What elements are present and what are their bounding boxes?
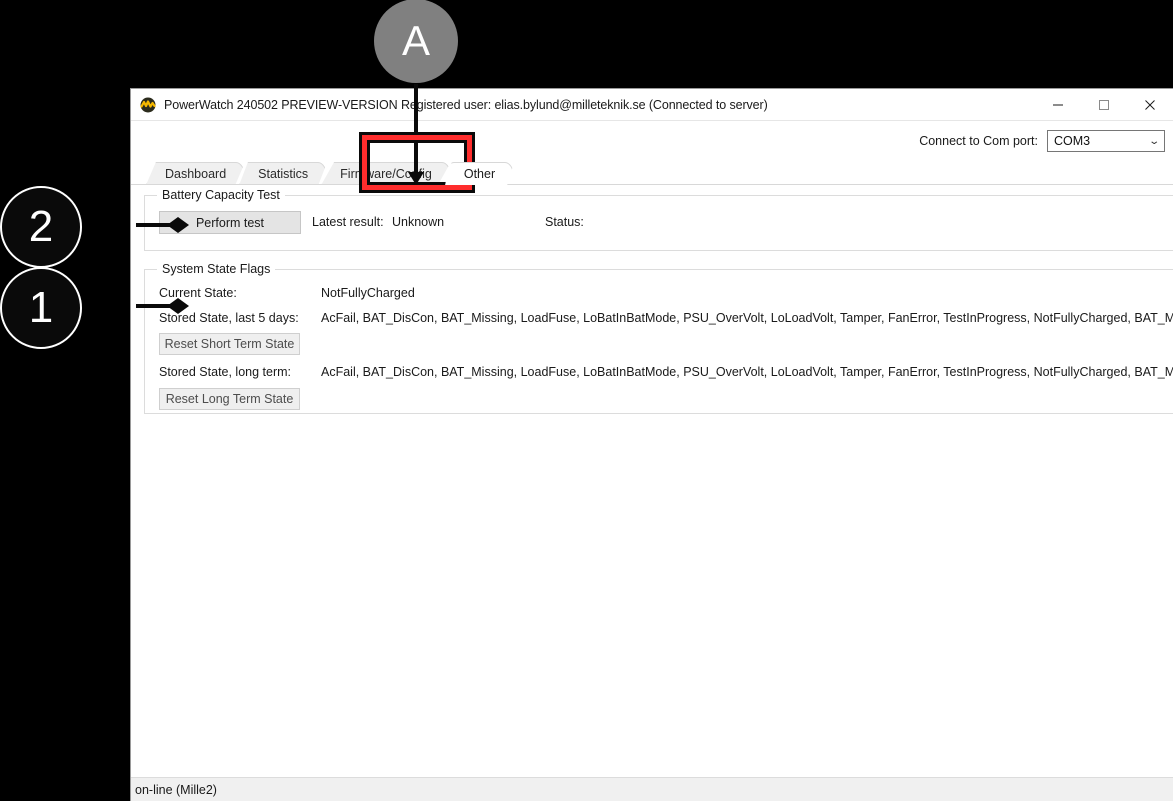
annotation-marker-2-label: 2 (28, 202, 54, 251)
tab-other[interactable]: Other (444, 162, 515, 185)
status-bar: on-line (Mille2) (131, 777, 1173, 801)
battery-capacity-test-group: Battery Capacity Test Perform test Lates… (144, 188, 1173, 251)
stored-state-short-label: Stored State, last 5 days: (159, 311, 299, 325)
screenshot-root: PowerWatch 240502 PREVIEW-VERSION Regist… (0, 0, 1173, 801)
comport-row: Connect to Com port: COM3 ⌄ (919, 130, 1165, 152)
latest-result-label: Latest result: (312, 215, 384, 229)
status-bar-text: on-line (Mille2) (135, 782, 217, 797)
window-controls (1035, 89, 1173, 121)
system-state-flags-title: System State Flags (157, 262, 276, 276)
tab-content-other: Battery Capacity Test Perform test Lates… (131, 185, 1173, 777)
tab-dashboard-label: Dashboard (165, 167, 227, 181)
system-state-flags-group: System State Flags Current State: NotFul… (144, 262, 1173, 414)
comport-select[interactable]: COM3 ⌄ (1047, 130, 1165, 152)
window-title: PowerWatch 240502 PREVIEW-VERSION Regist… (164, 97, 768, 112)
battery-capacity-test-title: Battery Capacity Test (157, 188, 285, 202)
perform-test-button-label: Perform test (195, 215, 265, 230)
reset-short-term-state-button[interactable]: Reset Short Term State (159, 333, 300, 355)
annotation-marker-1: 1 (0, 267, 82, 349)
tab-statistics-label: Statistics (258, 167, 309, 181)
stored-state-long-value: AcFail, BAT_DisCon, BAT_Missing, LoadFus… (321, 365, 1173, 379)
powerwatch-wave-icon (140, 97, 156, 113)
battery-status-label: Status: (545, 215, 584, 229)
reset-long-term-state-button[interactable]: Reset Long Term State (159, 388, 300, 410)
annotation-marker-2: 2 (0, 186, 82, 268)
title-bar: PowerWatch 240502 PREVIEW-VERSION Regist… (131, 89, 1173, 121)
current-state-value: NotFullyCharged (321, 286, 415, 300)
stored-state-long-label: Stored State, long term: (159, 365, 292, 379)
reset-long-term-state-label: Reset Long Term State (165, 392, 294, 406)
latest-result-value: Unknown (392, 215, 445, 229)
tabstrip: Dashboard Statistics Firmware/Config Oth… (146, 162, 515, 185)
annotation-marker-a-label: A (401, 17, 430, 64)
application-window: PowerWatch 240502 PREVIEW-VERSION Regist… (130, 88, 1173, 801)
current-state-label: Current State: (159, 286, 237, 300)
annotation-marker-a: A (374, 0, 458, 83)
tab-other-label: Other (463, 167, 496, 181)
minimize-icon[interactable] (1035, 89, 1081, 121)
tab-dashboard[interactable]: Dashboard (146, 162, 246, 185)
comport-label: Connect to Com port: (919, 134, 1038, 148)
perform-test-button[interactable]: Perform test (159, 211, 301, 234)
stored-state-short-value: AcFail, BAT_DisCon, BAT_Missing, LoadFus… (321, 311, 1173, 325)
maximize-icon[interactable] (1081, 89, 1127, 121)
reset-short-term-state-label: Reset Short Term State (164, 337, 295, 351)
comport-selected-value: COM3 (1054, 134, 1091, 148)
chevron-down-icon: ⌄ (1147, 135, 1160, 147)
annotation-marker-1-label: 1 (28, 283, 54, 332)
close-icon[interactable] (1127, 89, 1173, 121)
tab-statistics[interactable]: Statistics (239, 162, 328, 185)
